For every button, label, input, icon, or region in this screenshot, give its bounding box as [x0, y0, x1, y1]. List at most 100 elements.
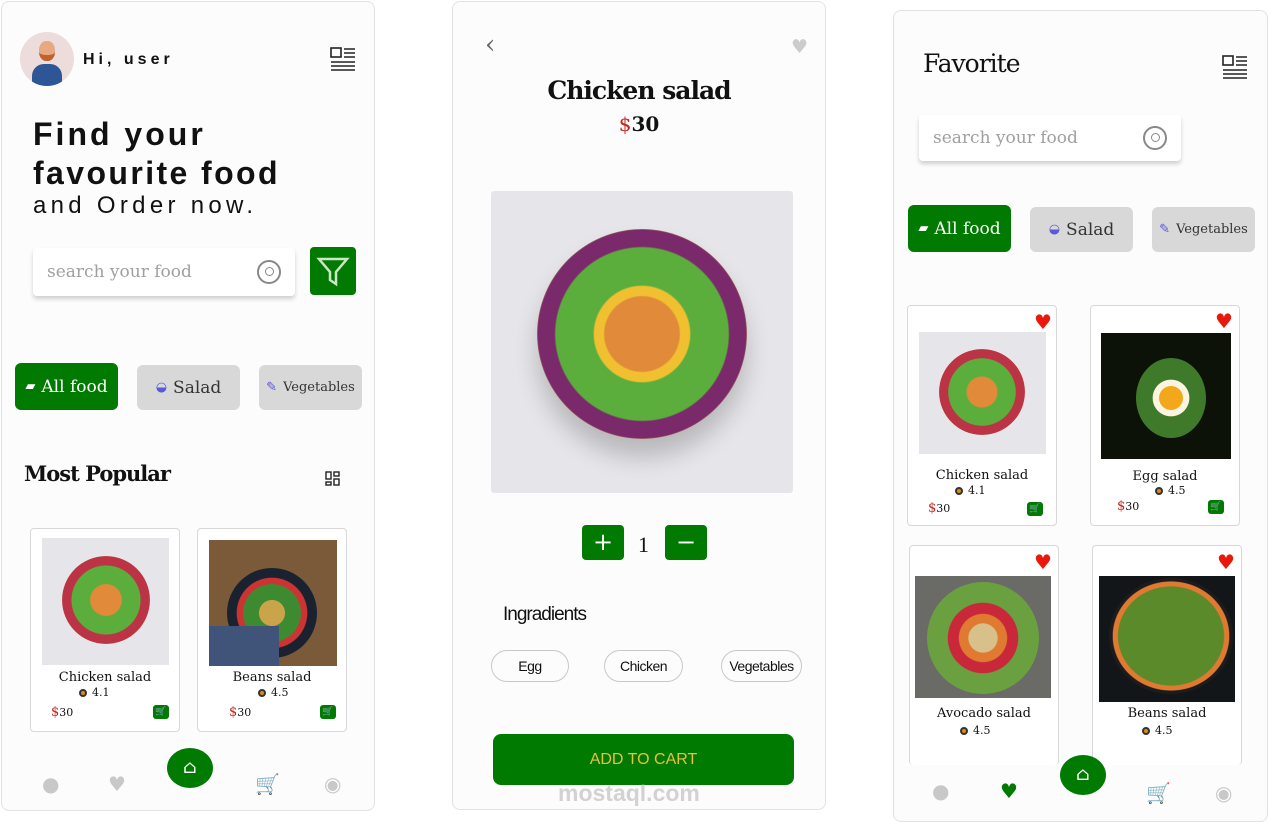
food-card[interactable]: Beans salad 4.5 $30 🛒: [197, 528, 347, 732]
price-value: 30: [59, 706, 74, 719]
avatar[interactable]: [20, 32, 74, 86]
nav-cart-icon[interactable]: 🛒: [1146, 781, 1171, 805]
headline-line-3: and Order now.: [33, 192, 258, 219]
chef-hat-icon: ▰: [25, 379, 36, 394]
food-image: [919, 332, 1046, 454]
search-placeholder: search your food: [933, 128, 1078, 148]
food-card[interactable]: Chicken salad 4.1 $30 🛒: [30, 528, 180, 732]
food-rating: 4.1: [79, 686, 110, 699]
favorite-heart-icon[interactable]: ♥: [1215, 311, 1233, 331]
food-image: [915, 576, 1051, 698]
search-input[interactable]: search your food: [919, 115, 1181, 161]
favorite-card[interactable]: ♥ Avocado salad 4.5: [909, 545, 1059, 765]
watermark: mostaql.com: [558, 780, 700, 806]
search-icon[interactable]: [1143, 126, 1167, 150]
category-salad[interactable]: ◒ Salad: [137, 365, 240, 410]
price-value: 30: [936, 502, 951, 515]
back-icon[interactable]: ‹: [485, 30, 495, 60]
rating-value: 4.1: [92, 686, 110, 699]
food-name: Egg salad: [1132, 469, 1198, 484]
food-rating: 4.1: [955, 484, 986, 497]
rating-value: 4.5: [1168, 484, 1186, 497]
nav-notifications-icon[interactable]: ●: [932, 779, 949, 803]
ingredient-chip: Chicken: [604, 650, 683, 682]
food-price: $30: [51, 705, 73, 720]
category-vegetables[interactable]: ✎ Vegetables: [1152, 207, 1255, 252]
filter-button[interactable]: [310, 247, 356, 295]
category-salad[interactable]: ◒ Salad: [1030, 207, 1133, 252]
favorite-screen: Favorite search your food ▰ All food ◒ Sal…: [893, 10, 1268, 822]
price-value: 30: [237, 706, 252, 719]
category-label: Vegetables: [283, 380, 355, 395]
salad-bowl-icon: ◒: [155, 380, 168, 395]
carrot-icon: ✎: [266, 380, 278, 395]
nav-home-button[interactable]: ⌂: [167, 748, 213, 788]
category-vegetables[interactable]: ✎ Vegetables: [259, 365, 362, 410]
add-to-cart-icon[interactable]: 🛒: [153, 705, 169, 719]
favorite-card[interactable]: ♥ Chicken salad 4.1 $30 🛒: [907, 305, 1057, 526]
detail-screen: ‹ ♥ Chicken salad $30 + 1 − Ingradients …: [452, 1, 826, 810]
food-image: [42, 538, 169, 665]
rating-icon: [1155, 486, 1163, 495]
filter-icon: [316, 257, 350, 287]
nav-profile-icon[interactable]: ◉: [324, 772, 341, 796]
category-label: All food: [934, 218, 1001, 239]
nav-profile-icon[interactable]: ◉: [1215, 781, 1232, 805]
rating-icon: [960, 726, 968, 735]
rating-value: 4.1: [968, 484, 986, 497]
add-to-cart-icon[interactable]: 🛒: [1027, 502, 1043, 516]
menu-icon[interactable]: [330, 47, 356, 71]
nav-home-button[interactable]: ⌂: [1060, 755, 1106, 795]
menu-icon[interactable]: [1222, 55, 1248, 79]
favorite-heart-icon[interactable]: ♥: [1217, 552, 1235, 572]
detail-title: Chicken salad: [547, 76, 731, 105]
nav-cart-icon[interactable]: 🛒: [255, 772, 280, 796]
section-title: Most Popular: [24, 461, 171, 486]
category-all-food[interactable]: ▰ All food: [15, 363, 118, 410]
category-label: All food: [41, 376, 108, 397]
nav-favorite-icon[interactable]: ♥: [108, 772, 126, 796]
rating-icon: [258, 688, 266, 697]
rating-icon: [79, 688, 87, 697]
grid-view-icon[interactable]: [325, 471, 340, 486]
add-to-cart-icon[interactable]: 🛒: [1208, 500, 1224, 514]
food-rating: 4.5: [258, 686, 289, 699]
nav-notifications-icon[interactable]: ●: [42, 772, 59, 796]
rating-icon: [1142, 726, 1150, 735]
food-image: [491, 191, 793, 493]
food-name: Chicken salad: [58, 670, 152, 685]
headline-line-1: Find your: [33, 116, 206, 152]
add-to-cart-button[interactable]: ADD TO CART: [493, 734, 794, 785]
decrease-quantity-button[interactable]: −: [665, 525, 707, 560]
food-image: [209, 540, 337, 666]
favorite-heart-icon[interactable]: ♥: [791, 36, 808, 58]
food-name: Beans salad: [232, 670, 312, 685]
category-label: Salad: [1066, 219, 1115, 240]
search-icon[interactable]: [257, 260, 281, 284]
category-label: Salad: [173, 377, 222, 398]
ingredient-chip: Vegetables: [721, 650, 802, 682]
favorite-heart-icon[interactable]: ♥: [1034, 552, 1052, 572]
favorite-card[interactable]: ♥ Beans salad 4.5: [1092, 545, 1242, 765]
food-rating: 4.5: [1142, 724, 1173, 737]
food-name: Beans salad: [1127, 706, 1207, 721]
food-price: $30: [928, 501, 950, 516]
detail-price: $30: [453, 112, 825, 136]
food-rating: 4.5: [1155, 484, 1186, 497]
price-value: 30: [1125, 500, 1140, 513]
nav-favorite-icon[interactable]: ♥: [1000, 779, 1018, 803]
salad-bowl-icon: ◒: [1048, 222, 1061, 237]
rating-value: 4.5: [271, 686, 289, 699]
food-image: [1099, 576, 1235, 702]
category-all-food[interactable]: ▰ All food: [908, 205, 1011, 252]
food-image: [1101, 333, 1231, 459]
increase-quantity-button[interactable]: +: [582, 525, 624, 560]
greeting: Hi, user: [83, 51, 174, 68]
home-screen: Hi, user Find your favourite food and Or…: [1, 1, 375, 811]
food-price: $30: [229, 705, 251, 720]
search-input[interactable]: search your food: [33, 248, 295, 296]
favorite-heart-icon[interactable]: ♥: [1034, 312, 1052, 332]
price-value: 30: [631, 112, 660, 136]
add-to-cart-icon[interactable]: 🛒: [320, 705, 336, 719]
favorite-card[interactable]: ♥ Egg salad 4.5 $30 🛒: [1090, 305, 1240, 526]
